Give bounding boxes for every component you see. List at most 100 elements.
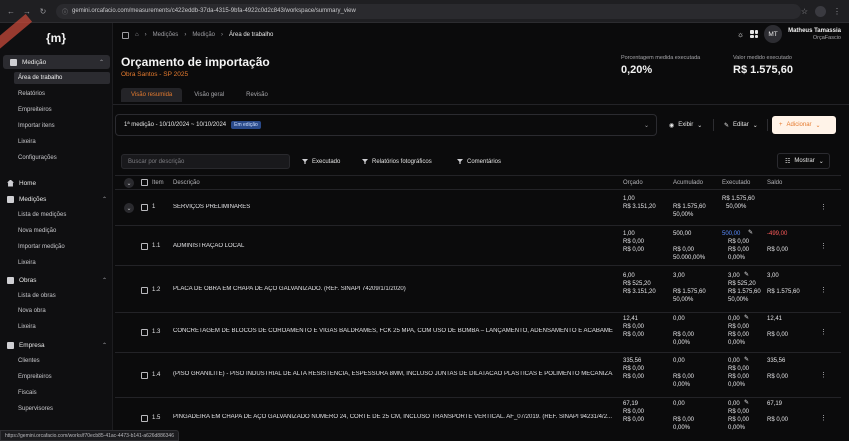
edit-pencil-icon[interactable]: ✎ (744, 357, 749, 365)
reload-icon[interactable]: ↻ (38, 7, 48, 16)
col-descricao[interactable]: Descrição (173, 180, 200, 186)
sidebar-item-lista-de-obras[interactable]: Lista de obras (18, 293, 56, 299)
collapse-row-icon[interactable]: ⌄ (124, 203, 134, 213)
table-row[interactable]: ⌄ 1 SERVIÇOS PRELIMINARES 1,00 R$ 3.151,… (115, 190, 841, 226)
toolbar-divider (713, 119, 714, 131)
star-icon[interactable]: ☆ (801, 7, 808, 16)
tab-visao-geral[interactable]: Visão geral (184, 88, 234, 102)
page-subtitle: Obra Santos - SP 2025 (121, 71, 189, 78)
col-item[interactable]: Item (152, 180, 164, 186)
col-executado[interactable]: Executado (722, 180, 750, 186)
select-all-checkbox[interactable] (141, 179, 148, 186)
sidebar-item-fiscais[interactable]: Fiscais (18, 390, 37, 396)
app-logo[interactable]: {m} (42, 31, 70, 47)
user-info[interactable]: Matheus Tamassia OrçaFascio (788, 28, 841, 41)
row-checkbox[interactable] (141, 287, 148, 294)
profile-icon[interactable] (815, 5, 826, 17)
row-checkbox[interactable] (141, 204, 148, 211)
table-row[interactable]: 1.3 CONCRETAGEM DE BLOCOS DE COROAMENTO … (115, 313, 841, 353)
period-select[interactable]: 1ª medição - 10/10/2024 ~ 10/10/2024 Em … (115, 114, 657, 136)
columns-icon: ☷ (785, 158, 791, 165)
adicionar-button[interactable]: + Adicionar ⌄ (772, 116, 836, 134)
executado-input[interactable]: 3,00 (728, 273, 740, 281)
row-checkbox[interactable] (141, 372, 148, 379)
search-input[interactable]: Buscar por descrição (121, 154, 290, 169)
executado-input[interactable]: 0,00 (728, 316, 740, 324)
edit-pencil-icon[interactable]: ✎ (748, 230, 753, 238)
filter-executado-button[interactable]: Executado (302, 154, 340, 169)
apps-grid-icon[interactable] (750, 30, 759, 38)
executado-input[interactable]: 0,00 (728, 401, 740, 409)
row-menu-icon[interactable]: ⋮ (820, 286, 827, 294)
sidebar-item-lixeira-medicoes[interactable]: Lixeira (18, 260, 36, 266)
edit-pencil-icon[interactable]: ✎ (744, 400, 749, 408)
table-row[interactable]: 1.2 PLACA DE OBRA EM CHAPA DE AÇO GALVAN… (115, 266, 841, 313)
home-icon (7, 179, 14, 187)
view-tabs: Visão resumida Visão geral Revisão (121, 88, 278, 102)
sidebar-item-empreiteiros[interactable]: Empreiteiros (18, 107, 52, 113)
home-crumb-icon[interactable]: ⌂ (135, 32, 139, 38)
tab-revisao[interactable]: Revisão (236, 88, 278, 102)
editar-button[interactable]: ✎ Editar ⌄ (717, 116, 765, 134)
sidebar-item-importar-itens[interactable]: Importar itens (18, 123, 55, 129)
sidebar-section-medicao[interactable]: Medição ⌃ (3, 55, 110, 69)
sidebar-item-relatorios[interactable]: Relatórios (18, 91, 45, 97)
menu-icon[interactable]: ⋮ (833, 7, 841, 16)
sidebar-item-lista-de-medicoes[interactable]: Lista de medições (18, 212, 66, 218)
sidebar-section-empresa[interactable]: Empresa ⌃ (0, 338, 113, 352)
url-text: gemini.orcafacio.com/measurements/c422ed… (72, 8, 356, 14)
sidebar-item-empreiteiros-empresa[interactable]: Empreiteiros (18, 374, 52, 380)
expand-all-icon[interactable]: ⌄ (124, 178, 134, 188)
page-title: Orçamento de importação (121, 55, 270, 69)
breadcrumb-medicoes[interactable]: Medições (153, 32, 179, 38)
sidebar-section-obras[interactable]: Obras ⌃ (0, 273, 113, 287)
col-saldo[interactable]: Saldo (767, 180, 782, 186)
site-info-icon[interactable]: ⓘ (62, 7, 68, 16)
sidebar-section-home[interactable]: Home (0, 176, 113, 190)
row-menu-icon[interactable]: ⋮ (820, 414, 827, 422)
sidebar-item-lixeira[interactable]: Lixeira (18, 139, 36, 145)
col-acumulado[interactable]: Acumulado (673, 180, 703, 186)
sidebar-section-medicoes[interactable]: Medições ⌃ (0, 192, 113, 206)
edit-pencil-icon[interactable]: ✎ (744, 315, 749, 323)
executado-input[interactable]: 0,00 (728, 358, 740, 366)
mostrar-button[interactable]: ☷ Mostrar ⌄ (777, 153, 830, 169)
filter-relatorios-button[interactable]: Relatórios fotográficos (362, 154, 432, 169)
sidebar-item-area-de-trabalho[interactable]: Área de trabalho (14, 72, 110, 84)
row-checkbox[interactable] (141, 329, 148, 336)
link-status-bar: https://gemini.orcafacio.com/works/f70ec… (0, 430, 179, 441)
sidebar-item-lixeira-obras[interactable]: Lixeira (18, 324, 36, 330)
exibir-button[interactable]: ◉ Exibir ⌄ (662, 116, 709, 134)
col-orcado[interactable]: Orçado (623, 180, 643, 186)
sidebar-item-configuracoes[interactable]: Configurações (18, 155, 57, 161)
theme-toggle-icon[interactable]: ☼ (737, 30, 744, 39)
sidebar-item-importar-medicao[interactable]: Importar medição (18, 244, 65, 250)
avatar[interactable]: MT (764, 25, 783, 43)
sidebar-item-nova-medicao[interactable]: Nova medição (18, 228, 56, 234)
sidebar-toggle-icon[interactable] (122, 31, 129, 39)
table-row[interactable]: 1.4 (PISO GRANILITE) - PISO INDUSTRIAL D… (115, 353, 841, 398)
breadcrumb-medicao[interactable]: Medição (192, 32, 215, 38)
tab-visao-resumida[interactable]: Visão resumida (121, 88, 183, 102)
status-badge: Em edição (231, 121, 261, 129)
chevron-down-icon: ⌄ (643, 122, 649, 129)
table-row[interactable]: 1.1 ADMINISTRAÇÃO LOCAL 1,00 R$ 0,00 R$ … (115, 226, 841, 266)
row-menu-icon[interactable]: ⋮ (820, 203, 827, 211)
sidebar-item-supervisores[interactable]: Supervisores (18, 406, 53, 412)
back-icon[interactable]: ← (6, 7, 16, 16)
breadcrumb: ⌂ › Medições › Medição › Área de trabalh… (113, 23, 849, 47)
row-checkbox[interactable] (141, 415, 148, 422)
edit-pencil-icon[interactable]: ✎ (744, 272, 749, 280)
chevron-up-icon: ⌃ (101, 196, 107, 203)
row-menu-icon[interactable]: ⋮ (820, 242, 827, 250)
filter-icon (302, 159, 308, 164)
row-checkbox[interactable] (141, 243, 148, 250)
filter-comentarios-button[interactable]: Comentários (457, 154, 501, 169)
executado-input[interactable]: 500,00 (722, 231, 740, 239)
address-bar[interactable]: ⓘ gemini.orcafacio.com/measurements/c422… (56, 3, 801, 19)
row-menu-icon[interactable]: ⋮ (820, 328, 827, 336)
sidebar-item-nova-obra[interactable]: Nova obra (18, 308, 46, 314)
table-row[interactable]: 1.5 PINGADEIRA EM CHAPA DE AÇO GALVANIZA… (115, 398, 841, 441)
sidebar-item-clientes[interactable]: Clientes (18, 358, 40, 364)
row-menu-icon[interactable]: ⋮ (820, 371, 827, 379)
